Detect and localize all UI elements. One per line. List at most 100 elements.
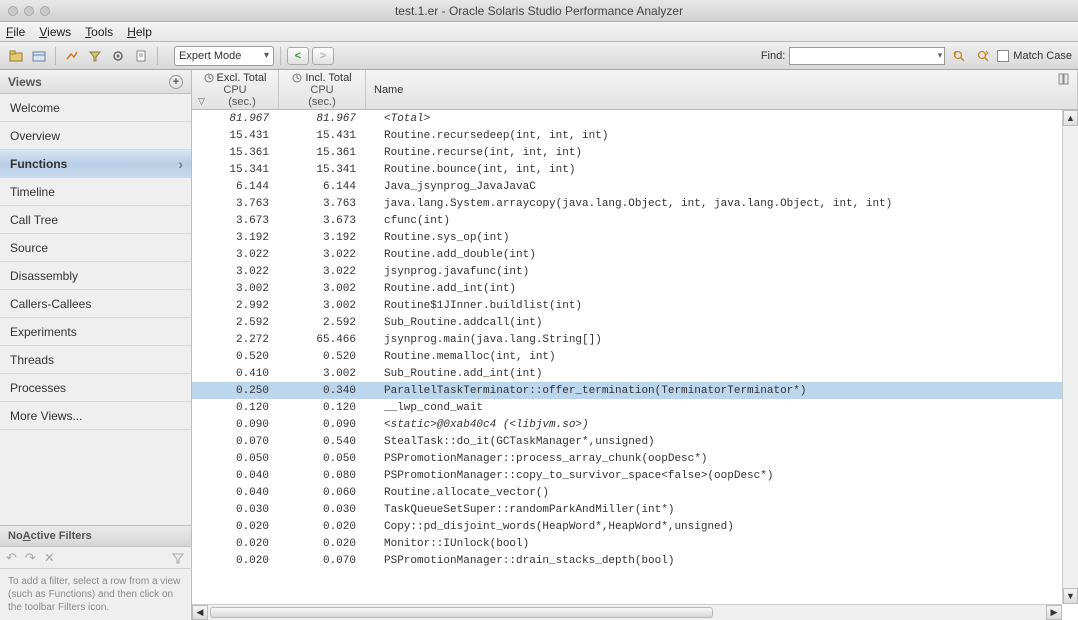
table-row[interactable]: 0.0700.540StealTask::do_it(GCTaskManager… (192, 433, 1078, 450)
cell-name: TaskQueueSetSuper::randomParkAndMiller(i… (366, 504, 1078, 516)
table-row[interactable]: 0.0900.090<static>@0xab40c4 (<libjvm.so>… (192, 416, 1078, 433)
table-row[interactable]: 2.9923.002Routine$1JInner.buildlist(int) (192, 297, 1078, 314)
sidebar-item-source[interactable]: Source (0, 234, 191, 262)
sort-desc-icon[interactable]: ▽ (198, 96, 205, 107)
table-row[interactable]: 0.4103.002Sub_Routine.add_int(int) (192, 365, 1078, 382)
funnel-icon[interactable] (171, 551, 185, 565)
table-row[interactable]: 0.0400.060Routine.allocate_vector() (192, 484, 1078, 501)
close-icon[interactable] (8, 6, 18, 16)
settings-icon[interactable] (108, 46, 128, 66)
export-icon[interactable] (131, 46, 151, 66)
menu-views[interactable]: Views (39, 25, 71, 39)
menu-tools[interactable]: Tools (85, 25, 113, 39)
sidebar-item-experiments[interactable]: Experiments (0, 318, 191, 346)
find-next-icon[interactable] (973, 46, 993, 66)
menu-file[interactable]: File (6, 25, 25, 39)
table-row[interactable]: 0.0200.070PSPromotionManager::drain_stac… (192, 552, 1078, 569)
compare-toggle-icon[interactable] (62, 46, 82, 66)
mode-select[interactable]: Expert Mode (174, 46, 274, 66)
menu-help[interactable]: Help (127, 25, 152, 39)
sidebar-item-overview[interactable]: Overview (0, 122, 191, 150)
table-row[interactable]: 2.5922.592Sub_Routine.addcall(int) (192, 314, 1078, 331)
cell-excl: 3.192 (192, 232, 279, 244)
undo-icon[interactable]: ↶ (6, 550, 17, 566)
cell-incl: 3.002 (279, 283, 366, 295)
cell-excl: 3.002 (192, 283, 279, 295)
table-header: Excl. Total CPU (sec.) ▽ Incl. Total CPU… (192, 70, 1078, 110)
table-row[interactable]: 0.0400.080PSPromotionManager::copy_to_su… (192, 467, 1078, 484)
table-row[interactable]: 15.36115.361Routine.recurse(int, int, in… (192, 144, 1078, 161)
sidebar-item-call-tree[interactable]: Call Tree (0, 206, 191, 234)
table-row[interactable]: 3.1923.192Routine.sys_op(int) (192, 229, 1078, 246)
table-row[interactable]: 0.0500.050PSPromotionManager::process_ar… (192, 450, 1078, 467)
sidebar-item-threads[interactable]: Threads (0, 346, 191, 374)
cell-incl: 0.060 (279, 487, 366, 499)
sidebar-item-welcome[interactable]: Welcome (0, 94, 191, 122)
cell-excl: 2.592 (192, 317, 279, 329)
table-row[interactable]: 15.34115.341Routine.bounce(int, int, int… (192, 161, 1078, 178)
table-row[interactable]: 3.6733.673cfunc(int) (192, 212, 1078, 229)
redo-icon[interactable]: ↷ (25, 550, 36, 566)
configure-columns-icon[interactable] (1057, 72, 1073, 86)
col-incl-total-cpu[interactable]: Incl. Total CPU (sec.) (279, 70, 366, 109)
window-controls (0, 6, 50, 16)
match-case-checkbox[interactable] (997, 50, 1009, 62)
table-row[interactable]: 0.2500.340ParallelTaskTerminator::offer_… (192, 382, 1078, 399)
cell-name: Monitor::IUnlock(bool) (366, 538, 1078, 550)
table-row[interactable]: 2.27265.466jsynprog.main(java.lang.Strin… (192, 331, 1078, 348)
col-name[interactable]: Name (366, 70, 1078, 109)
cell-incl: 0.050 (279, 453, 366, 465)
archive-icon[interactable] (29, 46, 49, 66)
window-title: test.1.er - Oracle Solaris Studio Perfor… (0, 4, 1078, 18)
filters-icon[interactable] (85, 46, 105, 66)
sidebar-item-more-views-[interactable]: More Views... (0, 402, 191, 430)
cell-name: Routine.recurse(int, int, int) (366, 147, 1078, 159)
sidebar-item-callers-callees[interactable]: Callers-Callees (0, 290, 191, 318)
col-excl-total-cpu[interactable]: Excl. Total CPU (sec.) ▽ (192, 70, 279, 109)
cell-incl: 0.020 (279, 538, 366, 550)
cell-excl: 15.341 (192, 164, 279, 176)
minimize-icon[interactable] (24, 6, 34, 16)
table-row[interactable]: 3.0223.022jsynprog.javafunc(int) (192, 263, 1078, 280)
clear-icon[interactable]: ✕ (44, 550, 55, 566)
table-row[interactable]: 3.0223.022Routine.add_double(int) (192, 246, 1078, 263)
cell-name: cfunc(int) (366, 215, 1078, 227)
cell-excl: 3.022 (192, 266, 279, 278)
cell-name: <static>@0xab40c4 (<libjvm.so>) (366, 419, 1078, 431)
sidebar-item-processes[interactable]: Processes (0, 374, 191, 402)
match-case-label: Match Case (1013, 50, 1072, 62)
table-row[interactable]: 3.0023.002Routine.add_int(int) (192, 280, 1078, 297)
nav-back-button[interactable]: < (287, 47, 309, 65)
table-row[interactable]: 0.0200.020Monitor::IUnlock(bool) (192, 535, 1078, 552)
cell-incl: 3.763 (279, 198, 366, 210)
add-view-icon[interactable]: + (169, 75, 183, 89)
cell-excl: 2.272 (192, 334, 279, 346)
sidebar-item-disassembly[interactable]: Disassembly (0, 262, 191, 290)
vertical-scrollbar[interactable]: ▲ ▼ (1062, 110, 1078, 604)
cell-excl: 15.431 (192, 130, 279, 142)
cell-incl: 15.431 (279, 130, 366, 142)
table-row[interactable]: 0.0200.020Copy::pd_disjoint_words(HeapWo… (192, 518, 1078, 535)
cell-name: Routine$1JInner.buildlist(int) (366, 300, 1078, 312)
open-icon[interactable] (6, 46, 26, 66)
horizontal-scrollbar[interactable]: ◀ ▶ (192, 604, 1062, 620)
find-input[interactable] (789, 47, 945, 65)
table-row[interactable]: 3.7633.763java.lang.System.arraycopy(jav… (192, 195, 1078, 212)
clock-icon (204, 73, 214, 83)
cell-excl: 0.090 (192, 419, 279, 431)
table-row[interactable]: 0.0300.030TaskQueueSetSuper::randomParkA… (192, 501, 1078, 518)
sidebar-item-functions[interactable]: Functions (0, 150, 191, 178)
cell-name: jsynprog.main(java.lang.String[]) (366, 334, 1078, 346)
table-row[interactable]: 0.5200.520Routine.memalloc(int, int) (192, 348, 1078, 365)
table-row[interactable]: 15.43115.431Routine.recursedeep(int, int… (192, 127, 1078, 144)
sidebar-item-timeline[interactable]: Timeline (0, 178, 191, 206)
cell-name: Routine.allocate_vector() (366, 487, 1078, 499)
find-prev-icon[interactable] (949, 46, 969, 66)
cell-excl: 0.050 (192, 453, 279, 465)
cell-name: Routine.add_double(int) (366, 249, 1078, 261)
cell-incl: 15.341 (279, 164, 366, 176)
table-row[interactable]: 6.1446.144Java_jsynprog_JavaJavaC (192, 178, 1078, 195)
table-row[interactable]: 81.96781.967<Total> (192, 110, 1078, 127)
zoom-icon[interactable] (40, 6, 50, 16)
table-row[interactable]: 0.1200.120__lwp_cond_wait (192, 399, 1078, 416)
